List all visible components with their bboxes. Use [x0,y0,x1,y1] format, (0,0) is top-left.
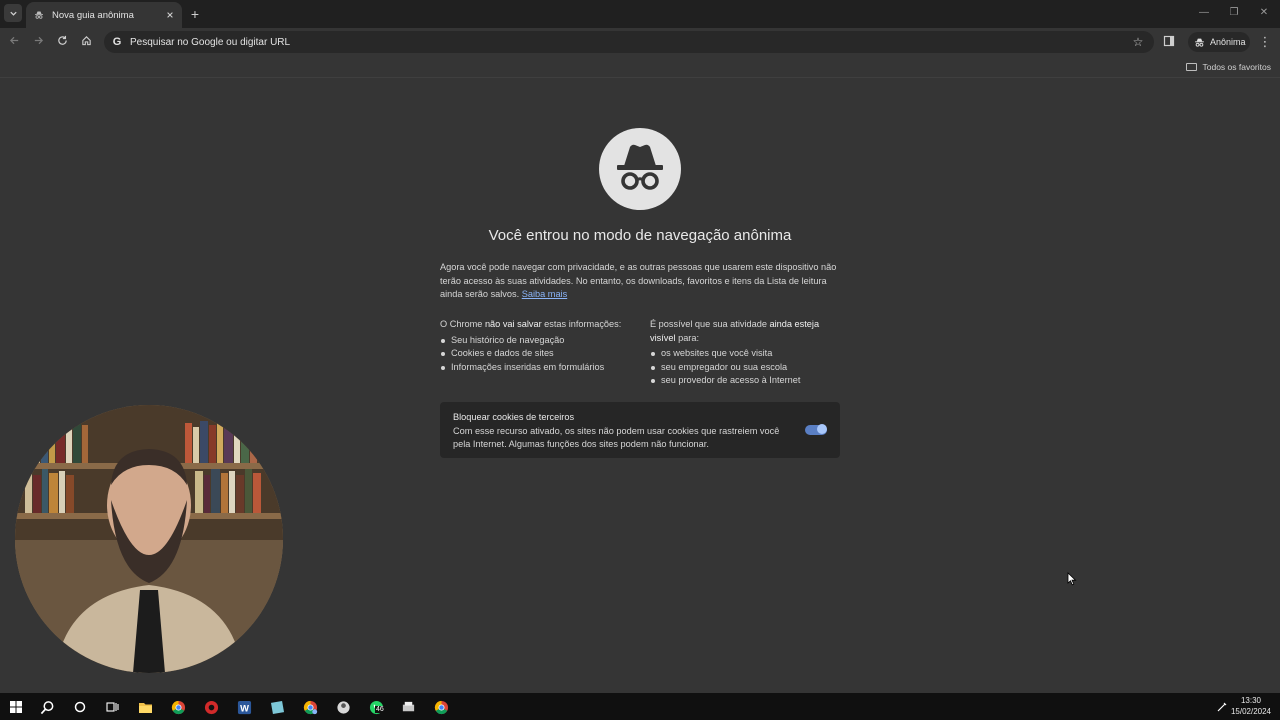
third-party-cookies-card: Bloquear cookies de terceiros Com esse r… [440,402,840,458]
search-icon [40,700,53,714]
red-app-button[interactable] [201,697,221,717]
tab-search-button[interactable] [4,4,22,22]
visible-to-heading: É possível que sua atividade ainda estej… [650,319,820,343]
close-icon[interactable] [166,11,174,19]
not-saved-column: O Chrome não vai salvar estas informaçõe… [440,318,630,374]
incognito-icon [1195,38,1204,47]
pen-tray-button[interactable] [1212,697,1232,717]
google-icon: G [112,36,122,48]
webcam-feed [15,405,283,673]
page-title: Você entrou no modo de navegação anônima [488,227,792,244]
reload-button[interactable] [54,34,70,50]
start-button[interactable] [6,697,26,717]
tab-title: Nova guia anônima [52,9,134,21]
cortana-icon [74,701,86,713]
chrome-profile-button[interactable] [300,697,320,717]
new-tab-button[interactable]: + [186,5,204,23]
not-saved-list: Seu histórico de navegação Cookies e dad… [440,334,630,375]
all-bookmarks-button[interactable]: Todos os favoritos [1186,60,1271,74]
cookie-card-title: Bloquear cookies de terceiros [453,412,575,422]
incognito-profile-button[interactable]: Anônima [1188,32,1250,52]
printer-icon [402,701,414,711]
visible-to-list: os websites que você visita seu empregad… [650,347,830,388]
app-icon [336,700,350,714]
notepad-icon [270,700,284,714]
clock-time: 13:30 [1240,696,1262,705]
intro-text: Agora você pode navegar com privacidade,… [440,262,837,299]
omnibox[interactable]: G ☆ [104,31,1154,53]
reload-icon [57,35,67,45]
visible-to-column: É possível que sua atividade ainda estej… [650,318,830,388]
toolbar: G ☆ Anônima ⋮ [0,28,1280,56]
chrome-icon [303,700,317,714]
home-icon [81,36,91,46]
printer-app-button[interactable] [398,697,418,717]
not-saved-heading: O Chrome não vai salvar estas informaçõe… [440,319,622,329]
list-item: os websites que você visita [650,347,830,361]
list-item: seu empregador ou sua escola [650,361,830,375]
chrome-button[interactable] [168,697,188,717]
incognito-icon [35,11,43,19]
forward-button[interactable] [30,34,46,50]
chrome-active-button[interactable] [431,697,451,717]
intro-paragraph: Agora você pode navegar com privacidade,… [440,261,840,302]
maximize-button[interactable]: ❐ [1225,6,1243,20]
home-button[interactable] [78,34,94,50]
chevron-down-icon [9,11,17,16]
cookie-card-description: Com esse recurso ativado, os sites não p… [453,425,780,450]
title-bar: Nova guia anônima + — ❐ ✕ [0,0,1280,28]
clock-date: 15/02/2024 [1230,707,1272,716]
chrome-icon [434,700,448,714]
side-panel-button[interactable] [1163,34,1179,50]
app-icon [204,700,218,714]
arrow-right-icon [34,36,43,45]
incognito-label: Anônima [1210,37,1246,47]
windows-icon [10,701,22,713]
svg-text:W: W [240,703,249,713]
close-window-button[interactable]: ✕ [1255,6,1273,20]
folder-icon [138,702,152,713]
task-view-button[interactable] [102,697,122,717]
folder-icon [1186,63,1198,71]
arrow-left-icon [9,36,18,45]
taskbar: W 46 13:30 15/02/2024 [0,693,1280,720]
word-icon: W [237,700,251,714]
file-explorer-button[interactable] [135,697,155,717]
list-item: Seu histórico de navegação [440,334,630,348]
webcam-overlay [15,405,283,673]
cortana-button[interactable] [70,697,90,717]
notification-badge: 46 [375,706,385,713]
pen-icon [1217,702,1227,712]
minimize-button[interactable]: — [1195,6,1213,20]
menu-button[interactable]: ⋮ [1258,34,1272,50]
word-button[interactable]: W [234,697,254,717]
side-panel-icon [1163,35,1175,47]
notepad-button[interactable] [267,697,287,717]
back-button[interactable] [6,34,22,50]
omnibox-input[interactable] [130,36,1090,48]
whatsapp-button[interactable]: 46 [366,697,386,717]
toggle-knob[interactable] [817,424,827,434]
list-item: Cookies e dados de sites [440,347,630,361]
learn-more-link[interactable]: Saiba mais [522,289,567,299]
tab-incognito[interactable]: Nova guia anônima [26,2,182,28]
system-clock[interactable]: 13:30 15/02/2024 [1230,695,1272,717]
bookmarks-bar: Todos os favoritos [0,56,1280,78]
unknown-app-button[interactable] [333,697,353,717]
incognito-logo-icon [599,128,681,210]
all-bookmarks-label: Todos os favoritos [1202,62,1271,72]
chrome-icon [171,700,185,714]
search-button[interactable] [37,697,57,717]
list-item: seu provedor de acesso à Internet [650,374,830,388]
bookmark-star-icon[interactable]: ☆ [1130,34,1146,50]
task-view-icon [105,702,119,712]
mouse-cursor-icon [1067,572,1077,586]
list-item: Informações inseridas em formulários [440,361,630,375]
